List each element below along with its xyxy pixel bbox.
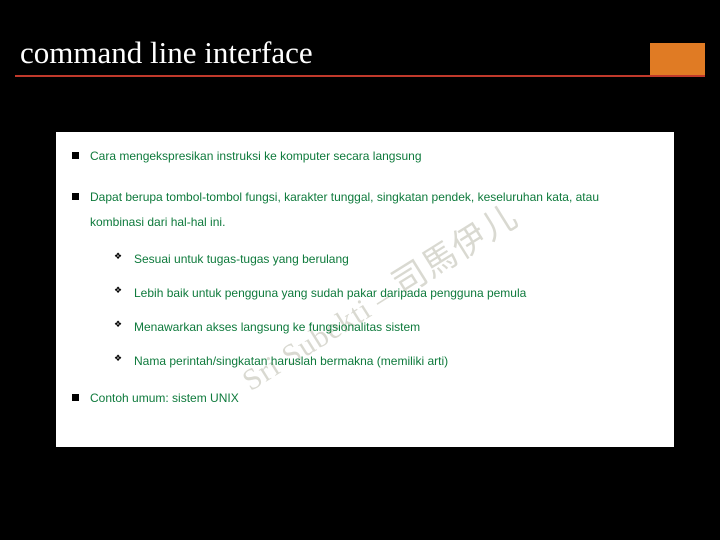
list-item: Sesuai untuk tugas-tugas yang berulang <box>114 250 656 268</box>
bullet-text: Dapat berupa tombol-tombol fungsi, karak… <box>90 190 599 229</box>
list-item: Cara mengekspresikan instruksi ke komput… <box>70 144 656 169</box>
bullet-text: Cara mengekspresikan instruksi ke komput… <box>90 149 422 163</box>
title-underline <box>15 75 705 77</box>
bullet-text: Sesuai untuk tugas-tugas yang berulang <box>134 252 349 266</box>
content-panel: Sri Subekti – 司馬伊儿 Cara mengekspresikan … <box>56 132 674 447</box>
list-item: Menawarkan akses langsung ke fungsionali… <box>114 318 656 336</box>
list-item: Lebih baik untuk pengguna yang sudah pak… <box>114 284 656 302</box>
list-item: Dapat berupa tombol-tombol fungsi, karak… <box>70 185 656 369</box>
accent-box <box>650 43 705 75</box>
bullet-text: Menawarkan akses langsung ke fungsionali… <box>134 320 420 334</box>
bullet-list: Cara mengekspresikan instruksi ke komput… <box>70 144 656 411</box>
list-item: Nama perintah/singkatan haruslah bermakn… <box>114 352 656 370</box>
sub-bullet-list: Sesuai untuk tugas-tugas yang berulang L… <box>114 250 656 370</box>
slide-title: command line interface <box>20 35 313 71</box>
list-item: Contoh umum: sistem UNIX <box>70 386 656 411</box>
bullet-text: Contoh umum: sistem UNIX <box>90 391 239 405</box>
bullet-text: Lebih baik untuk pengguna yang sudah pak… <box>134 286 526 300</box>
bullet-text: Nama perintah/singkatan haruslah bermakn… <box>134 354 448 368</box>
